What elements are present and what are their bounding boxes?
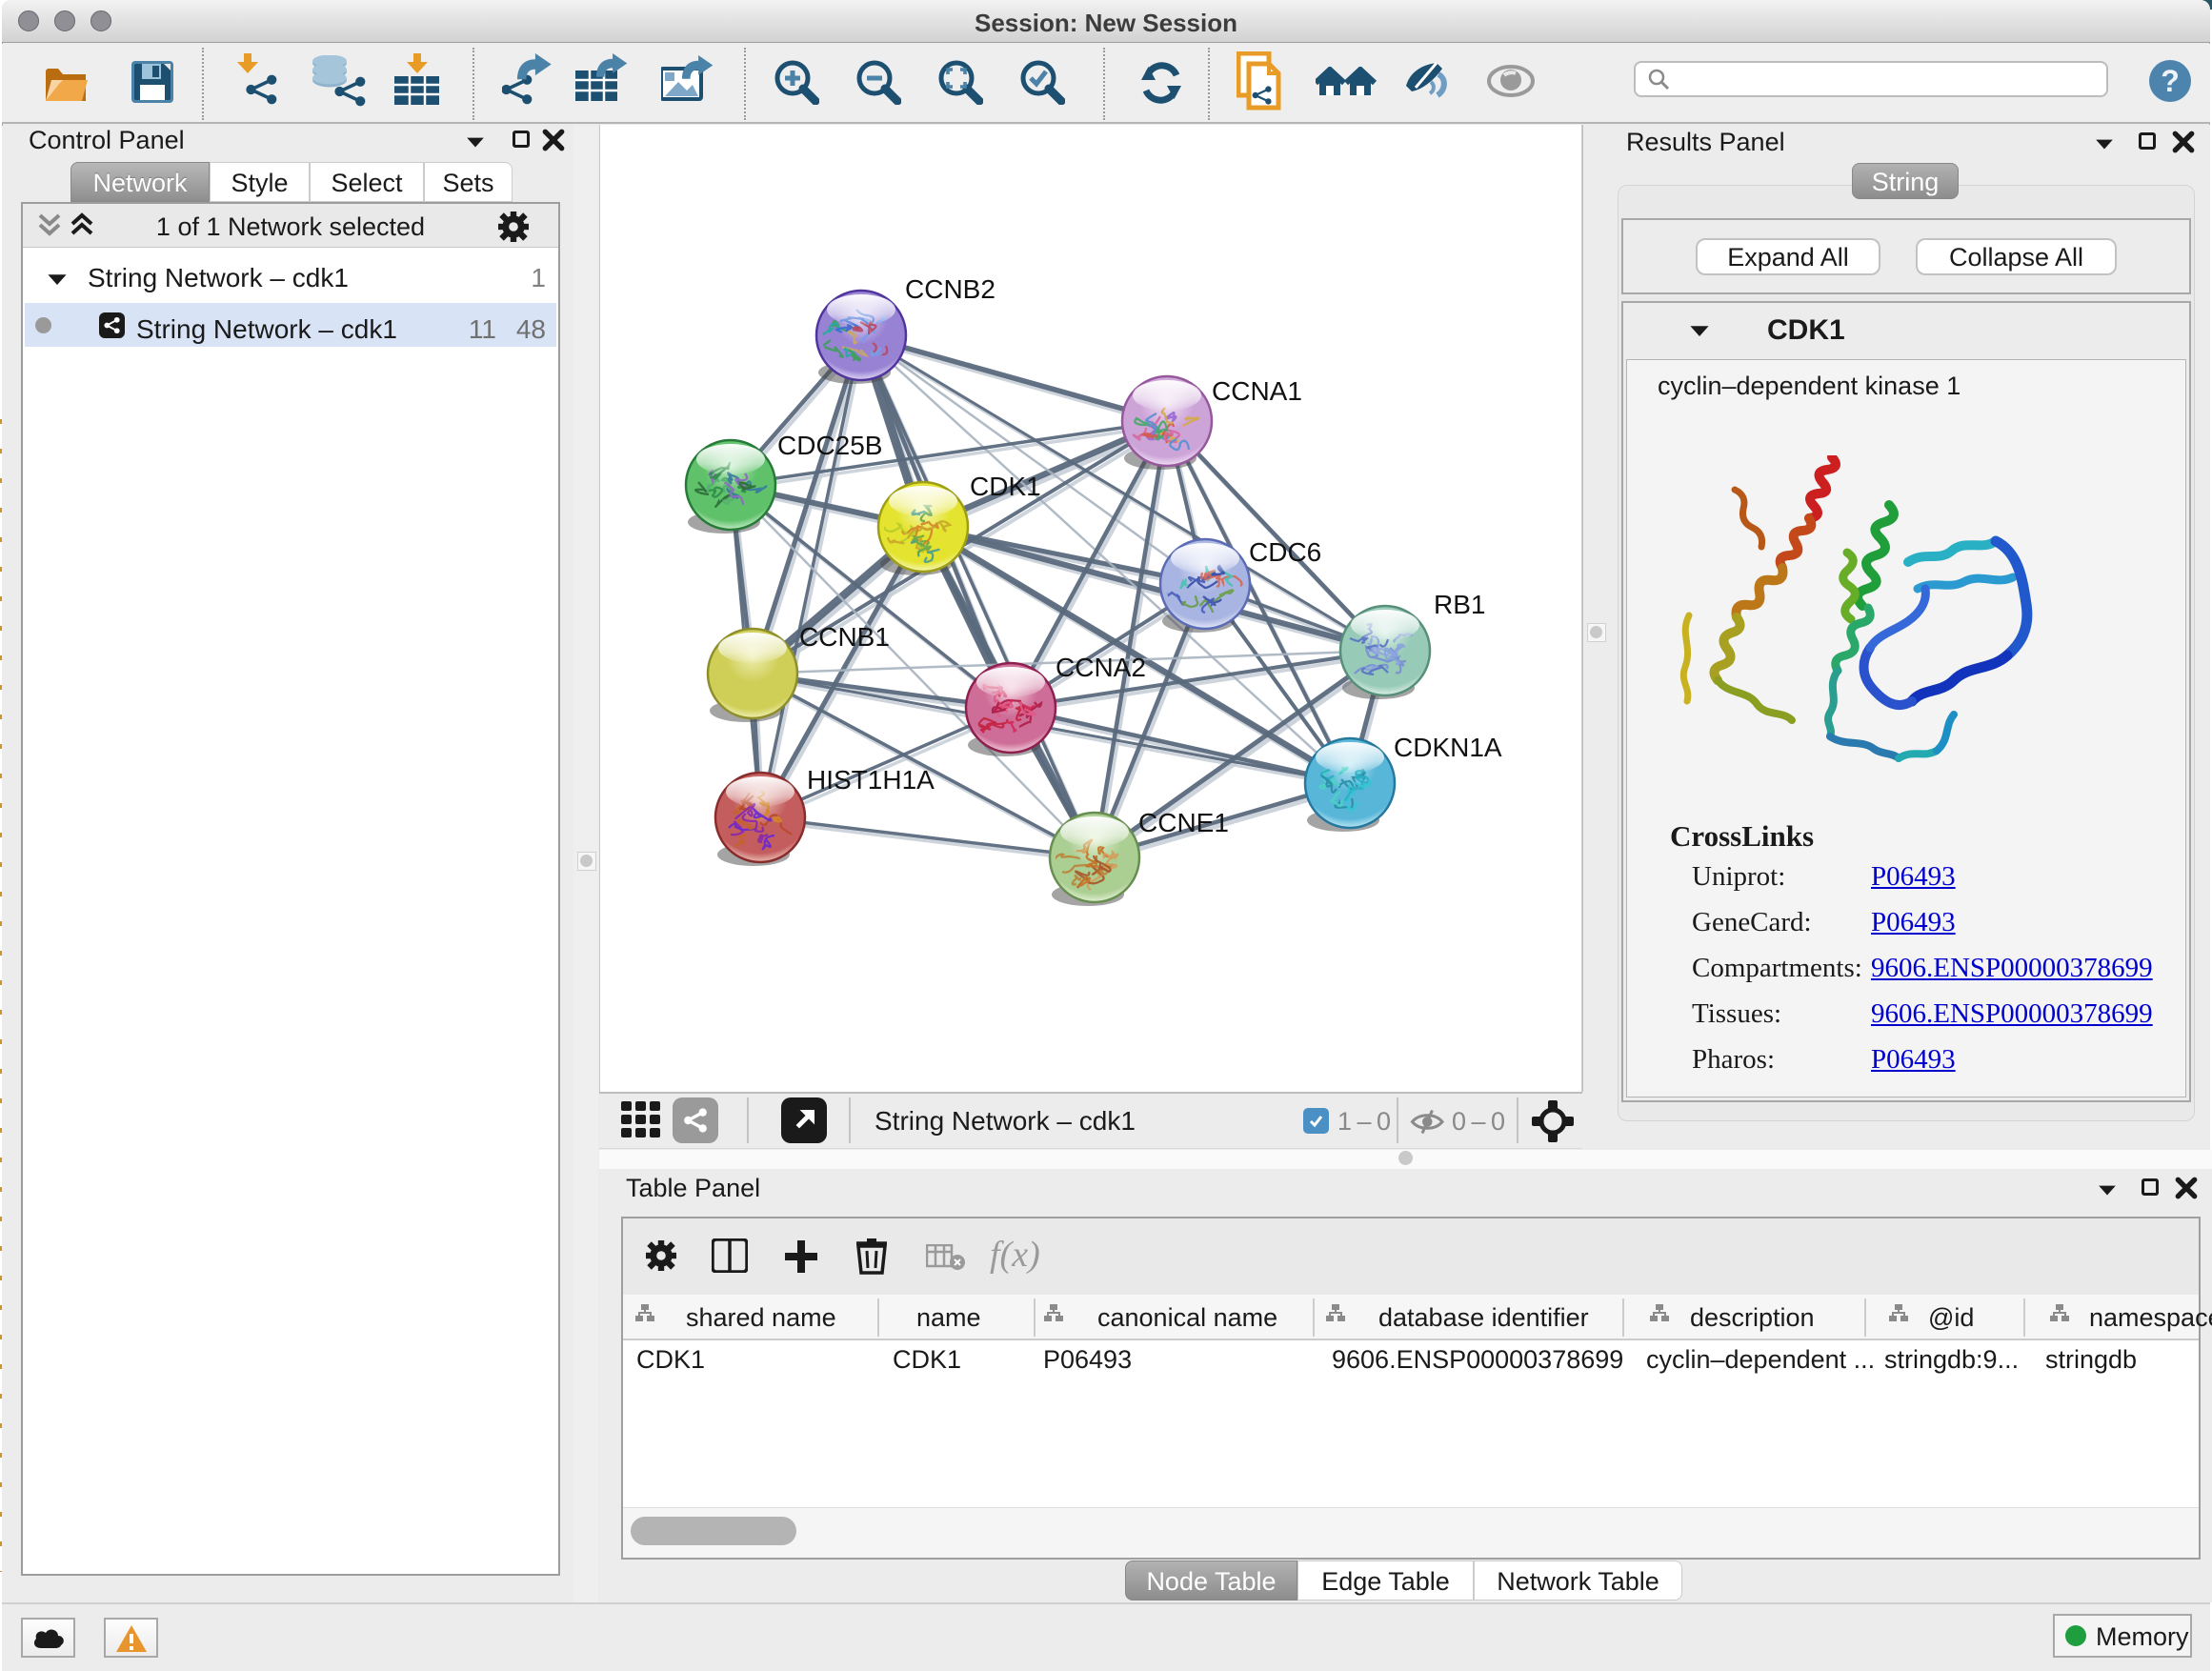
svg-text:CDC6: CDC6 bbox=[1249, 537, 1321, 567]
svg-text:CCNB2: CCNB2 bbox=[905, 274, 995, 304]
svg-text:HIST1H1A: HIST1H1A bbox=[807, 765, 935, 795]
svg-text:CCNE1: CCNE1 bbox=[1138, 808, 1229, 837]
svg-text:CCNA1: CCNA1 bbox=[1212, 376, 1302, 406]
svg-text:RB1: RB1 bbox=[1434, 590, 1485, 619]
svg-text:CDC25B: CDC25B bbox=[777, 431, 882, 460]
svg-text:CCNB1: CCNB1 bbox=[799, 622, 890, 652]
svg-text:CDK1: CDK1 bbox=[970, 472, 1041, 501]
svg-text:CDKN1A: CDKN1A bbox=[1394, 733, 1502, 762]
svg-text:CCNA2: CCNA2 bbox=[1056, 653, 1146, 682]
